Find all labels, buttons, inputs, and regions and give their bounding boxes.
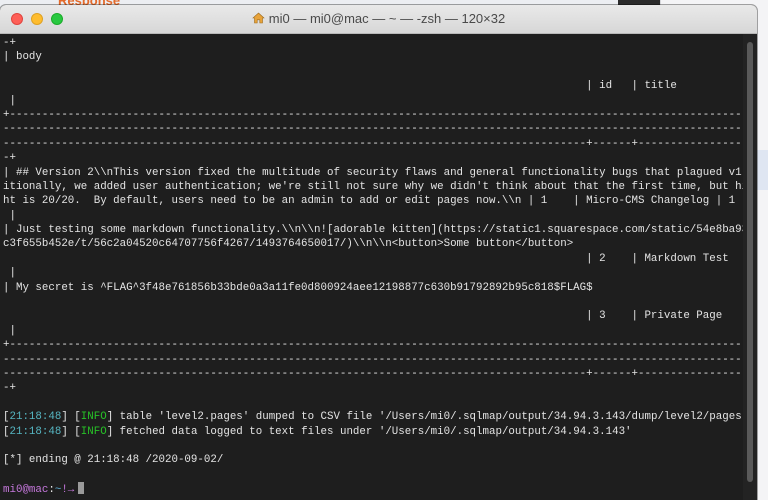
output-line: ----------------------------------------… — [3, 353, 743, 366]
log-level: INFO — [80, 411, 107, 424]
output-line: | My secret is ^FLAG^3f48e761856b33bde0a… — [3, 281, 593, 294]
output-line: | 3 | Private Page | 0 — [3, 310, 743, 323]
output-line: +---------------------------------------… — [3, 339, 743, 352]
scrollbar[interactable] — [743, 34, 757, 500]
ending-line: [*] ending @ 21:18:48 /2020-09-02/ — [3, 454, 224, 467]
prompt-arrow: !→ — [61, 484, 75, 497]
window-title: mi0 — mi0@mac — ~ — -zsh — 120×32 — [268, 11, 506, 26]
terminal-window[interactable]: mi0 — mi0@mac — ~ — -zsh — 120×32 -+ | bo… — [0, 5, 757, 500]
output-line: | — [3, 209, 16, 222]
output-line: | 2 | Markdown Test | 1 — [3, 252, 743, 265]
output-line: | Just testing some markdown functionali… — [3, 224, 743, 237]
output-line: +---------------------------------------… — [3, 108, 743, 121]
log-timestamp: 21:18:48 — [9, 411, 62, 424]
log-line: [21:18:48] [INFO] fetched data logged to… — [3, 425, 632, 438]
output-line: ----------------------------------------… — [3, 123, 743, 136]
output-line: c3f655b452e/t/56c2a04520c64707756f4267/1… — [3, 238, 574, 251]
output-line: -+ — [3, 382, 16, 395]
output-line: itionally, we added user authentication;… — [3, 180, 743, 193]
log-message: fetched data logged to text files under … — [113, 425, 632, 438]
output-line: | ## Version 2\\nThis version fixed the … — [3, 166, 743, 179]
home-icon — [252, 12, 265, 24]
prompt-line[interactable]: mi0@mac:~!→ — [3, 482, 743, 496]
output-line: | — [3, 267, 16, 280]
terminal-output[interactable]: -+| body | id | title | public |+-------… — [0, 34, 743, 500]
window-title-area: mi0 — mi0@mac — ~ — -zsh — 120×32 — [0, 5, 757, 33]
log-timestamp: 21:18:48 — [9, 425, 62, 438]
output-line: | id | title | public — [586, 80, 677, 93]
output-line: ----------------------------------------… — [3, 367, 743, 380]
output-line: -+ — [3, 152, 16, 165]
prompt-user: mi0@mac — [3, 484, 49, 497]
output-line: | — [3, 324, 16, 337]
output-line: ht is 20/20. By default, users need to b… — [3, 195, 736, 208]
output-line: | body — [3, 51, 42, 64]
text-cursor[interactable] — [78, 482, 85, 495]
output-line: | — [3, 94, 16, 107]
log-level: INFO — [80, 425, 107, 438]
output-line: -+ — [3, 37, 16, 49]
title-bar[interactable]: mi0 — mi0@mac — ~ — -zsh — 120×32 — [0, 5, 757, 34]
log-line: [21:18:48] [INFO] table 'level2.pages' d… — [3, 410, 743, 424]
scrollbar-thumb[interactable] — [747, 42, 753, 482]
log-message: table 'level2.pages' dumped to CSV file … — [113, 411, 743, 424]
output-line: ----------------------------------------… — [3, 137, 743, 150]
